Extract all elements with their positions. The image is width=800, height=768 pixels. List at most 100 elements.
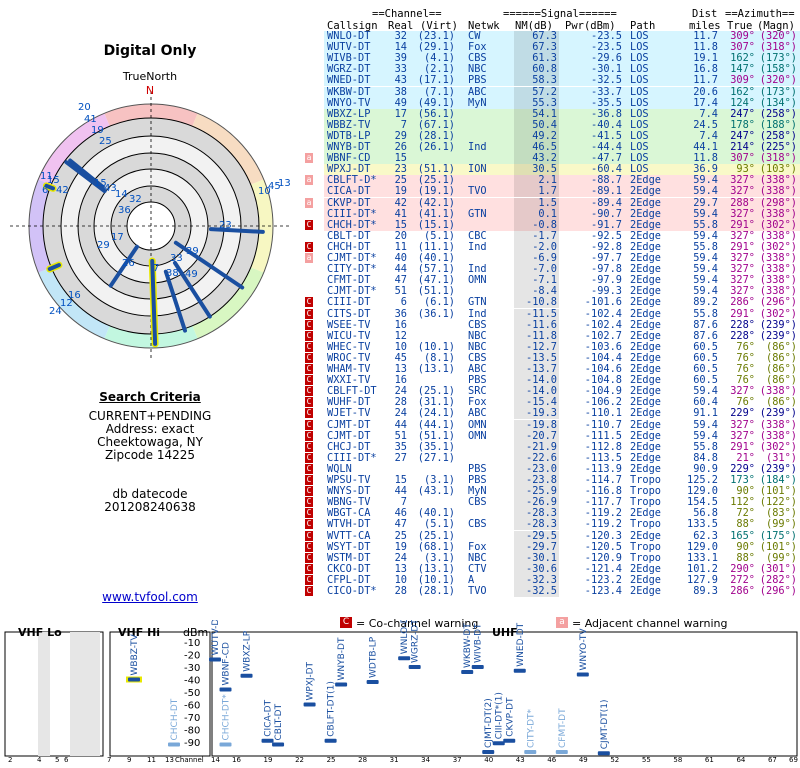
polar-channel-label: 7: [153, 263, 159, 274]
station-marker-label: WUTV-DT: [211, 620, 221, 656]
cell-call: CICO-DT*: [327, 585, 377, 597]
x-tick-label: 34: [421, 756, 430, 764]
table-row: C WVTT-CA 25 (25.1) -29.5 -120.3 2Edge 62.3 165°…: [300, 529, 800, 542]
cell-az: 124°: [730, 96, 755, 109]
y-tick-label: -40: [184, 676, 200, 687]
cell-net: Ind: [468, 307, 487, 320]
polar-channel-label: 32: [129, 194, 142, 205]
cell-path: LOS: [630, 85, 649, 98]
cell-virt: (26.1): [417, 141, 455, 153]
cell-net: OMN: [468, 274, 487, 287]
station-marker-label: CKVP-DT: [505, 697, 515, 737]
station-marker-label: CITY-DT*: [526, 708, 536, 748]
x-tick-label: 69: [789, 756, 798, 764]
cell-path: 2Edge: [630, 407, 661, 420]
cell-mag: (239°): [759, 318, 797, 331]
station-marker: [555, 750, 568, 754]
cell-mag: (134°): [759, 96, 797, 109]
cell-net: GTN: [468, 207, 487, 220]
cell-pwr: -90.7: [591, 207, 622, 220]
station-marker-label: CHCH-DT: [170, 698, 180, 740]
cell-mag: (338°): [759, 185, 797, 198]
co-channel-warning-icon: C: [305, 430, 313, 441]
co-channel-warning-icon: C: [305, 397, 313, 408]
cell-net: Ind: [468, 141, 487, 153]
tvfool-link[interactable]: www.tvfool.com: [102, 590, 198, 604]
station-marker: [128, 677, 140, 682]
cell-virt: (25.1): [417, 529, 455, 542]
cell-az: 162°: [730, 85, 755, 98]
station-marker: [408, 665, 421, 669]
cell-pwr: -110.7: [584, 418, 622, 431]
co-channel-warning-icon: C: [305, 574, 313, 585]
cell-az: 327°: [730, 185, 755, 198]
cell-dist: 17.4: [693, 96, 718, 109]
cell-mag: (101°): [759, 540, 797, 553]
cell-net: ION: [468, 163, 487, 176]
cell-real: 44: [394, 418, 407, 431]
table-row: C CITS-DT 36 (36.1) Ind -11.5 -102.4 2Edge 55.8 2…: [300, 307, 800, 320]
cell-dist: 59.4: [693, 429, 718, 442]
station-marker: [261, 738, 274, 743]
x-tick-label: 58: [673, 756, 682, 764]
cell-real: 27: [394, 451, 407, 464]
cell-az: 327°: [730, 418, 755, 431]
station-marker: [335, 682, 348, 687]
x-tick-label: 43: [516, 756, 525, 764]
station-marker: [492, 741, 505, 746]
cell-virt: (68.1): [417, 540, 455, 553]
station-marker-label: WNED-DT: [516, 622, 526, 666]
y-tick-label: -50: [184, 688, 200, 699]
table-row: C WJET-TV 24 (24.1) ABC -19.3 -110.1 2Edge 91.1 2…: [300, 407, 800, 420]
compass-label: TrueNorth: [122, 70, 178, 83]
cell-virt: (28.1): [417, 585, 455, 597]
table-row: WNED-DT 43 (17.1) PBS 58.3 -32.5 LOS 11.7 309° (3…: [300, 74, 800, 87]
cell-real: 49: [394, 96, 407, 109]
row-background: [324, 297, 800, 309]
co-channel-warning-icon: C: [305, 508, 313, 519]
cell-nm: -19.8: [526, 418, 557, 431]
cell-virt: (24.1): [417, 407, 455, 420]
cell-path: 2Edge: [630, 196, 661, 209]
cell-nm: -19.3: [526, 407, 557, 420]
cell-net: PBS: [468, 74, 487, 87]
co-channel-warning-icon: C: [305, 563, 313, 574]
site-link-wrap: www.tvfool.com: [0, 590, 300, 604]
x-tick-label: 55: [642, 756, 651, 764]
cell-az: 327°: [730, 429, 755, 442]
polar-channel-label: 23: [219, 220, 232, 231]
station-marker: [219, 742, 232, 747]
x-tick-label: 31: [390, 756, 399, 764]
y-tick-label: -70: [184, 713, 200, 724]
cell-az: 228°: [730, 318, 755, 331]
cell-pwr: -35.5: [591, 96, 622, 109]
cell-nm: 55.3: [532, 96, 557, 109]
y-tick-label: -60: [184, 701, 200, 712]
adjacent-channel-warning-icon: a: [305, 153, 313, 164]
table-row: C CJMT-DT 51 (51.1) OMN -20.7 -111.5 2Edge 59.4 3…: [300, 429, 800, 442]
cell-nm: -20.7: [526, 429, 557, 442]
cell-az: 165°: [730, 529, 755, 542]
station-marker-label: CIII-DT*(1): [495, 692, 505, 739]
cell-net: GTN: [468, 296, 487, 309]
cell-virt: (7.1): [424, 85, 455, 98]
x-tick-label: 22: [295, 756, 304, 764]
co-channel-warning-icon: C: [305, 386, 313, 397]
cell-real: 41: [394, 207, 407, 220]
station-marker-label: WGRZ-DT: [411, 620, 421, 663]
cell-mag: (338°): [759, 207, 797, 220]
cell-net: TVO: [468, 185, 487, 198]
cell-path: 2Edge: [630, 529, 661, 542]
co-channel-warning-icon: C: [305, 475, 313, 485]
polar-channel-label: 24: [49, 306, 62, 317]
cell-real: 24: [394, 407, 407, 420]
cell-mag: (173°): [759, 85, 797, 98]
cell-az: 90°: [736, 540, 755, 553]
x-tick-label: 40: [484, 756, 493, 764]
x-tick-label: 49: [579, 756, 588, 764]
x-tick-label: 7: [107, 756, 111, 764]
cell-nm: -11.5: [526, 307, 557, 320]
co-channel-warning-icon: C: [305, 530, 313, 541]
cell-pwr: -123.4: [584, 585, 622, 597]
cell-dist: 11.7: [693, 74, 718, 87]
